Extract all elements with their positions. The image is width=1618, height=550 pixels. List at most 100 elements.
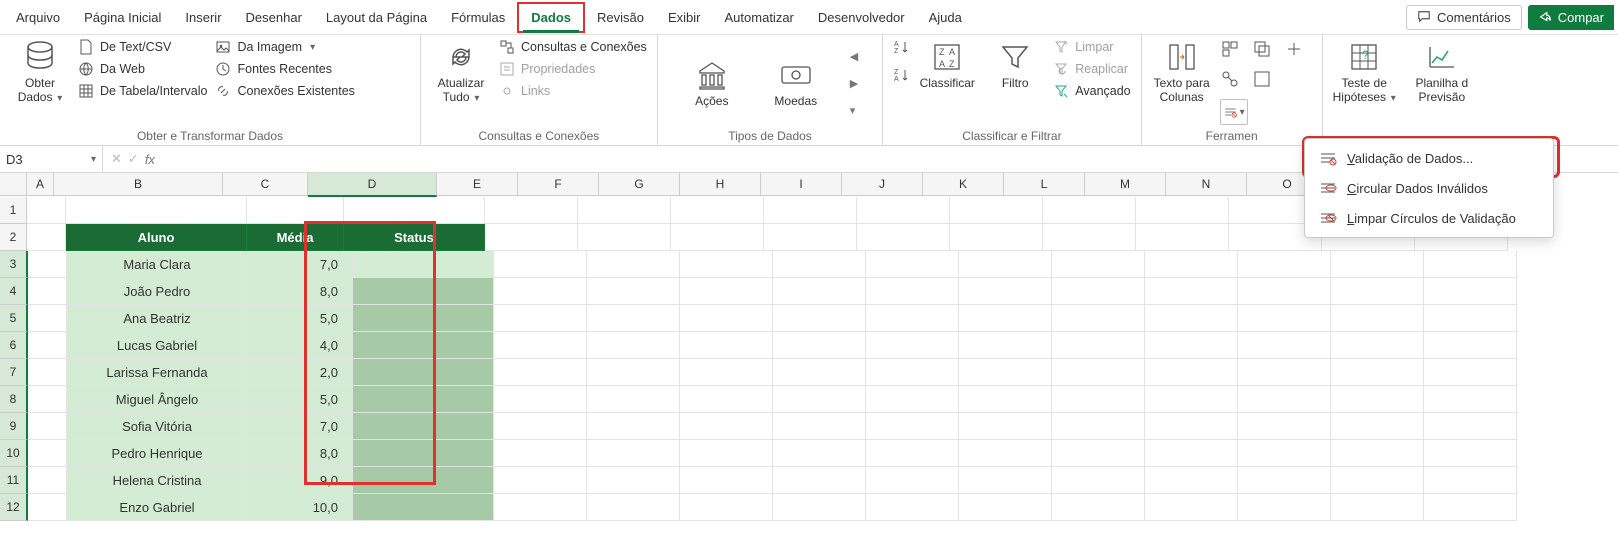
cell-D2[interactable]: Status [344,224,485,251]
name-box[interactable]: D3 ▾ [0,146,103,172]
cell-H12[interactable] [773,494,866,521]
avancado-button[interactable]: Avançado [1053,83,1130,99]
cell-H6[interactable] [773,332,866,359]
column-header-C[interactable]: C [223,173,308,196]
cell-E11[interactable] [494,467,587,494]
cell-F2[interactable] [578,224,671,251]
cell-N5[interactable] [1331,305,1424,332]
cell-L4[interactable] [1145,278,1238,305]
comments-button[interactable]: Comentários [1406,5,1522,30]
conexoes-existentes-button[interactable]: Conexões Existentes [215,83,354,99]
cell-L1[interactable] [1136,197,1229,224]
cell-J11[interactable] [959,467,1052,494]
row-header-12[interactable]: 12 [0,494,28,521]
fx-icon[interactable]: fx [145,152,155,167]
teste-hipoteses-button[interactable]: ? Teste deHipóteses ▾ [1333,39,1396,105]
cell-D6[interactable] [353,332,494,359]
sort-asc-button[interactable]: AZ [893,39,909,55]
cell-H2[interactable] [764,224,857,251]
cell-K4[interactable] [1052,278,1145,305]
menu-tab-desenhar[interactable]: Desenhar [234,4,314,31]
cell-K9[interactable] [1052,413,1145,440]
menu-tab-ajuda[interactable]: Ajuda [917,4,974,31]
cell-J8[interactable] [959,386,1052,413]
row-header-6[interactable]: 6 [0,332,28,359]
cell-J4[interactable] [959,278,1052,305]
cell-N7[interactable] [1331,359,1424,386]
tabela-intervalo-button[interactable]: De Tabela/Intervalo [78,83,207,99]
row-header-5[interactable]: 5 [0,305,28,332]
column-header-L[interactable]: L [1004,173,1085,196]
cell-C4[interactable]: 8,0 [248,278,353,305]
cell-F9[interactable] [587,413,680,440]
cell-F1[interactable] [578,197,671,224]
cell-K3[interactable] [1052,251,1145,278]
column-header-A[interactable]: A [27,173,54,196]
cell-E6[interactable] [494,332,587,359]
cell-K6[interactable] [1052,332,1145,359]
planilha-previsao-button[interactable]: Planilha dPrevisão [1412,39,1472,105]
cell-M5[interactable] [1238,305,1331,332]
cell-G11[interactable] [680,467,773,494]
cell-I2[interactable] [857,224,950,251]
confirm-icon[interactable]: ✓ [128,151,139,167]
cell-D7[interactable] [353,359,494,386]
cell-A10[interactable] [28,440,67,467]
cell-C8[interactable]: 5,0 [248,386,353,413]
cell-H8[interactable] [773,386,866,413]
dropdown-item-validacao[interactable]: Validação de Dados... [1305,143,1553,173]
cell-O3[interactable] [1424,251,1517,278]
cell-I3[interactable] [866,251,959,278]
cell-G8[interactable] [680,386,773,413]
cell-H9[interactable] [773,413,866,440]
cell-O9[interactable] [1424,413,1517,440]
cell-C3[interactable]: 7,0 [248,251,353,278]
cell-E3[interactable] [494,251,587,278]
cell-I5[interactable] [866,305,959,332]
moedas-button[interactable]: Moedas [766,57,826,109]
cell-F11[interactable] [587,467,680,494]
cell-H4[interactable] [773,278,866,305]
column-header-B[interactable]: B [54,173,223,196]
cell-A1[interactable] [27,197,66,224]
cell-L11[interactable] [1145,467,1238,494]
text-csv-button[interactable]: De Text/CSV [78,39,207,55]
cell-O6[interactable] [1424,332,1517,359]
row-header-9[interactable]: 9 [0,413,28,440]
cell-D3[interactable] [353,251,494,278]
cell-I11[interactable] [866,467,959,494]
cell-F3[interactable] [587,251,680,278]
flash-fill-icon[interactable] [1220,39,1248,65]
cell-C11[interactable]: 9,0 [248,467,353,494]
menu-tab-automatizar[interactable]: Automatizar [713,4,806,31]
cell-I4[interactable] [866,278,959,305]
cell-L9[interactable] [1145,413,1238,440]
cell-N6[interactable] [1331,332,1424,359]
cell-J6[interactable] [959,332,1052,359]
cell-F12[interactable] [587,494,680,521]
cell-L5[interactable] [1145,305,1238,332]
column-header-E[interactable]: E [437,173,518,196]
cell-M12[interactable] [1238,494,1331,521]
texto-colunas-button[interactable]: Texto paraColunas [1152,39,1212,105]
cell-A11[interactable] [28,467,67,494]
menu-tab-desenvolvedor[interactable]: Desenvolvedor [806,4,917,31]
menu-tab-revisão[interactable]: Revisão [585,4,656,31]
cell-D12[interactable] [353,494,494,521]
cell-B2[interactable]: Aluno [66,224,247,251]
cell-D1[interactable] [344,197,485,224]
row-header-8[interactable]: 8 [0,386,28,413]
cell-K12[interactable] [1052,494,1145,521]
cell-O5[interactable] [1424,305,1517,332]
cell-H10[interactable] [773,440,866,467]
menu-tab-exibir[interactable]: Exibir [656,4,713,31]
cell-K2[interactable] [1043,224,1136,251]
cell-K10[interactable] [1052,440,1145,467]
cell-M4[interactable] [1238,278,1331,305]
cell-G6[interactable] [680,332,773,359]
cell-I12[interactable] [866,494,959,521]
cell-K7[interactable] [1052,359,1145,386]
column-header-I[interactable]: I [761,173,842,196]
column-header-M[interactable]: M [1085,173,1166,196]
cell-F6[interactable] [587,332,680,359]
